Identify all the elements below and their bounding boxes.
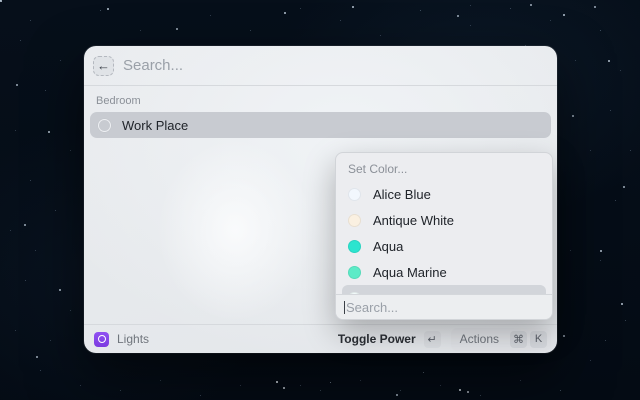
light-circle-icon (98, 118, 111, 132)
command-key-badge: ⌘ (510, 330, 527, 348)
set-color-popup: Set Color... Alice Blue Antique White Aqua… (335, 152, 553, 320)
back-arrow-icon: ← (97, 58, 110, 73)
primary-action-label[interactable]: Toggle Power (338, 332, 416, 346)
lights-app-icon (94, 331, 109, 347)
footer-bar: Lights Toggle Power ↵ Actions ⌘ K (84, 324, 557, 353)
text-caret (344, 300, 345, 314)
k-key-badge: K (530, 330, 547, 348)
popup-search-field[interactable]: Search... (336, 294, 552, 319)
color-option-label: Aqua Marine (373, 264, 447, 280)
color-options-list: Alice Blue Antique White Aqua Aqua Marine Az… (336, 181, 552, 294)
color-option[interactable]: Aqua (342, 233, 546, 259)
return-key-icon: ↵ (427, 333, 437, 346)
list-item-work-place[interactable]: Work Place (90, 112, 551, 138)
search-header: ← Search... (84, 46, 557, 85)
section-header: Bedroom (96, 95, 141, 107)
desktop-background: ← Search... Bedroom Work Place Lights To… (0, 0, 640, 400)
color-option-label: Alice Blue (373, 186, 431, 202)
footer-actions: Toggle Power ↵ Actions ⌘ K (338, 327, 551, 351)
color-option-label: Aqua (373, 238, 404, 254)
search-input[interactable]: Search... (123, 57, 183, 74)
color-swatch-icon (348, 265, 361, 279)
app-chip[interactable]: Lights (90, 330, 153, 349)
results-list: Bedroom Work Place (84, 95, 557, 138)
color-option[interactable]: Alice Blue (342, 181, 546, 207)
command-key-icon: ⌘ (513, 333, 524, 346)
k-key-label: K (534, 333, 543, 345)
light-ring-glyph (97, 335, 106, 343)
color-swatch-icon (348, 213, 361, 227)
color-option[interactable]: Antique White (342, 207, 546, 233)
actions-label: Actions (459, 332, 499, 346)
color-option-label: Antique White (373, 212, 454, 228)
popup-title: Set Color... (348, 162, 408, 176)
header-divider (84, 85, 557, 86)
color-option[interactable]: Azure (342, 285, 546, 294)
stars-bright (0, 0, 2, 2)
color-option[interactable]: Aqua Marine (342, 259, 546, 285)
popup-search-placeholder: Search... (346, 299, 399, 315)
actions-button[interactable]: Actions ⌘ K (450, 327, 551, 351)
color-swatch-icon (348, 187, 361, 201)
return-key-badge[interactable]: ↵ (423, 330, 441, 348)
color-swatch-icon (348, 239, 361, 253)
back-button[interactable]: ← (93, 55, 114, 76)
app-name: Lights (117, 332, 150, 346)
list-item-label: Work Place (122, 117, 189, 133)
